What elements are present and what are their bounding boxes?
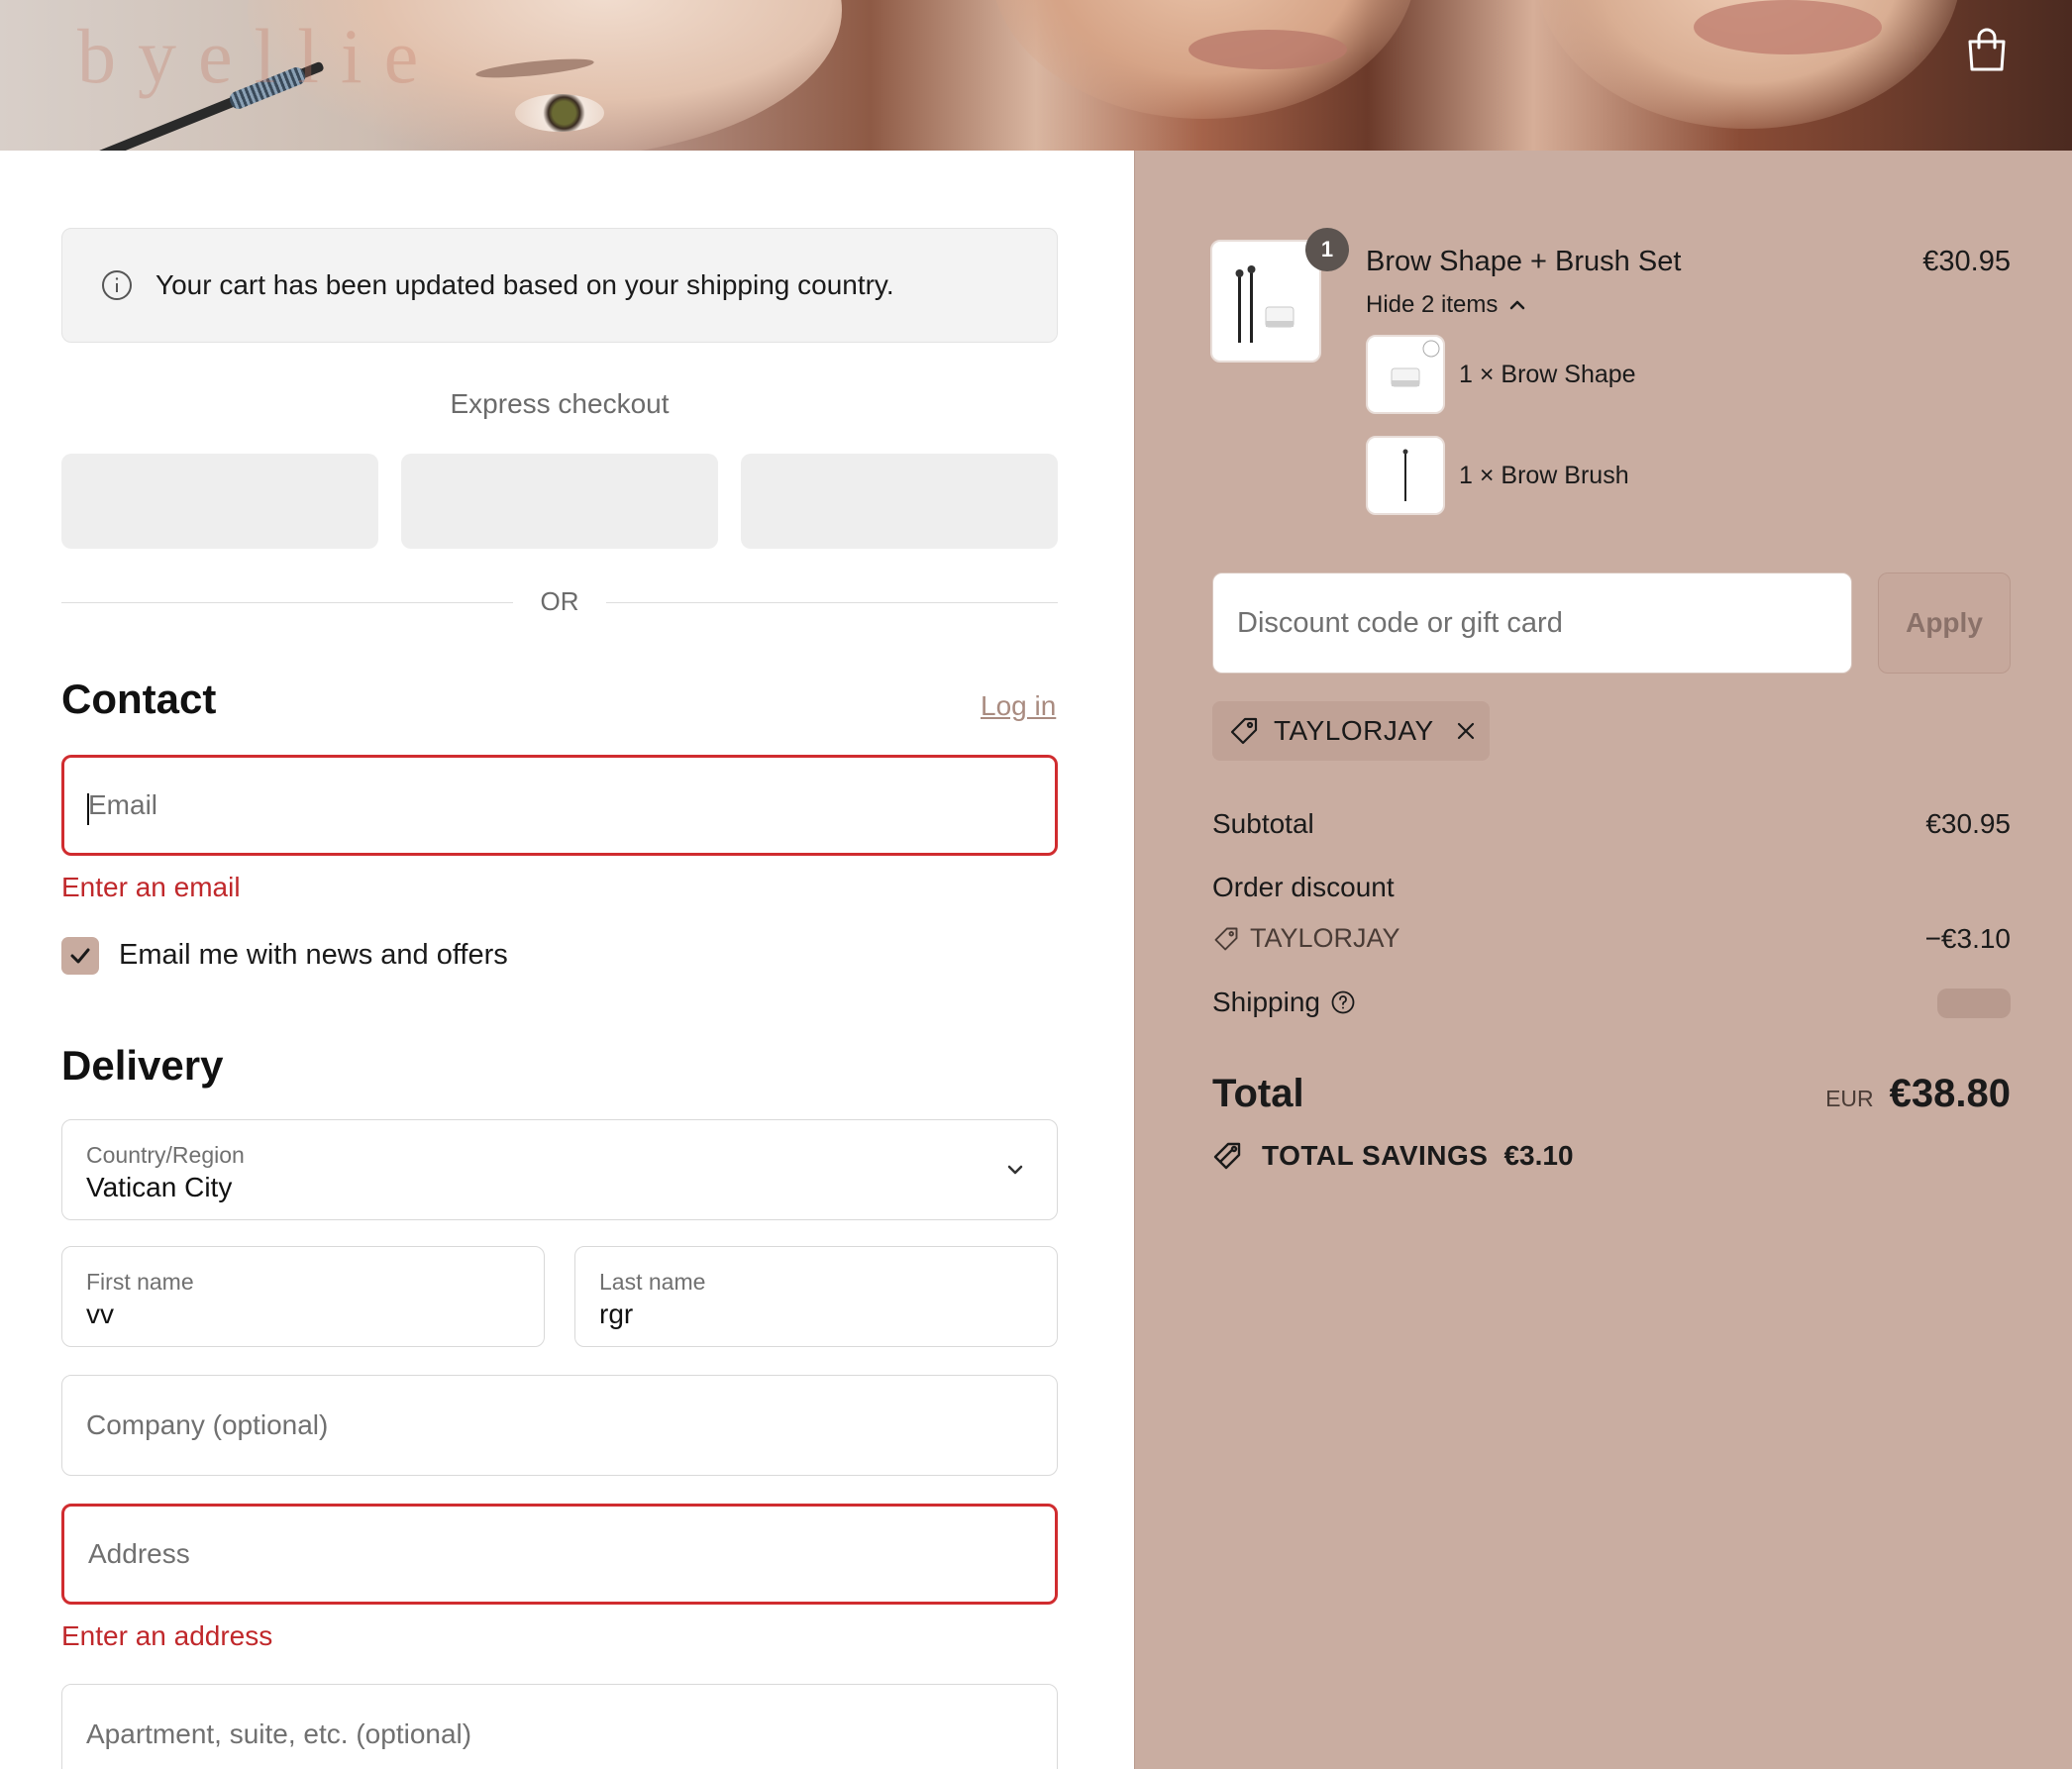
- shipping-value-placeholder: [1937, 989, 2011, 1018]
- apply-discount-button[interactable]: Apply: [1878, 572, 2011, 674]
- email-placeholder: Email: [88, 789, 158, 820]
- company-field[interactable]: Company (optional): [61, 1375, 1058, 1476]
- brand-logo[interactable]: byellie: [77, 12, 440, 101]
- delivery-heading: Delivery: [61, 1042, 224, 1089]
- brow-shape-image: [1391, 340, 1440, 387]
- savings-value: €3.10: [1503, 1140, 1574, 1171]
- savings-label: TOTAL SAVINGS: [1262, 1140, 1489, 1171]
- subtotal-value: €30.95: [1925, 808, 2011, 839]
- checkmark-icon: [70, 948, 90, 964]
- brow-brush-thumb: [1366, 436, 1445, 515]
- order-discount-code: TAYLORJAY: [1250, 923, 1400, 953]
- address-field[interactable]: Address: [61, 1504, 1058, 1605]
- cart-updated-notice: Your cart has been updated based on your…: [61, 228, 1058, 343]
- tag-icon: [1214, 927, 1238, 950]
- address-error: Enter an address: [61, 1620, 273, 1651]
- total-value: €38.80: [1889, 1072, 2011, 1115]
- currency-code: EUR: [1825, 1086, 1874, 1111]
- country-value: Vatican City: [86, 1172, 233, 1202]
- question-circle-icon[interactable]: [1330, 989, 1356, 1015]
- product-price: €30.95: [1922, 246, 2011, 277]
- hero-banner: byellie: [0, 0, 2072, 151]
- email-error: Enter an email: [61, 872, 241, 902]
- banner-lips-middle: [1189, 30, 1347, 69]
- first-name-label: First name: [86, 1269, 194, 1295]
- total-savings-row: TOTAL SAVINGS €3.10: [1212, 1139, 1574, 1173]
- apartment-placeholder: Apartment, suite, etc. (optional): [86, 1718, 472, 1749]
- address-placeholder: Address: [88, 1538, 190, 1569]
- order-discount-code-row: TAYLORJAY: [1212, 923, 1400, 954]
- apartment-field[interactable]: Apartment, suite, etc. (optional): [61, 1684, 1058, 1769]
- brow-shape-thumb: [1366, 335, 1445, 414]
- shipping-label: Shipping: [1212, 987, 1320, 1017]
- express-pay-button-1[interactable]: [61, 454, 378, 549]
- chevron-up-icon: [1510, 300, 1525, 310]
- shopping-bag-icon[interactable]: [1965, 28, 2009, 73]
- subtotal-label: Subtotal: [1212, 808, 1314, 839]
- savings-tag-icon: [1213, 1142, 1241, 1170]
- banner-lips-right: [1694, 0, 1882, 54]
- checkout-form: Your cart has been updated based on your…: [0, 151, 1134, 1769]
- newsletter-checkbox[interactable]: [61, 937, 99, 975]
- total-amount: EUR €38.80: [1825, 1072, 2011, 1116]
- first-name-field[interactable]: First name vv: [61, 1246, 545, 1347]
- last-name-value: rgr: [599, 1299, 634, 1329]
- express-checkout-title: Express checkout: [450, 388, 670, 419]
- sub-item-brow-brush: 1 × Brow Brush: [1459, 462, 1629, 489]
- country-select[interactable]: Country/Region Vatican City: [61, 1119, 1058, 1220]
- tag-icon: [1230, 717, 1258, 745]
- country-label: Country/Region: [86, 1142, 245, 1168]
- first-name-value: vv: [86, 1299, 114, 1329]
- contact-heading: Contact: [61, 676, 217, 722]
- applied-discount-chip: TAYLORJAY: [1212, 701, 1490, 761]
- discount-code-input[interactable]: Discount code or gift card: [1212, 572, 1852, 674]
- order-summary: 1 Brow Shape + Brush Set €30.95 Hide 2 i…: [1134, 151, 2072, 1769]
- chevron-down-icon: [1007, 1165, 1023, 1175]
- quantity-badge: 1: [1305, 228, 1349, 271]
- product-name: Brow Shape + Brush Set: [1366, 246, 1682, 277]
- applied-code-text: TAYLORJAY: [1274, 715, 1434, 746]
- info-icon: [102, 270, 132, 300]
- shipping-row: Shipping: [1212, 987, 1356, 1018]
- newsletter-label[interactable]: Email me with news and offers: [119, 939, 508, 972]
- last-name-field[interactable]: Last name rgr: [574, 1246, 1058, 1347]
- express-pay-button-2[interactable]: [401, 454, 718, 549]
- brow-brush-image: [1402, 449, 1408, 501]
- company-placeholder: Company (optional): [86, 1409, 329, 1440]
- sub-item-brow-shape: 1 × Brow Shape: [1459, 361, 1636, 388]
- brow-set-image: [1235, 265, 1295, 343]
- express-pay-button-3[interactable]: [741, 454, 1058, 549]
- hide-items-label: Hide 2 items: [1366, 291, 1499, 318]
- product-image: [1210, 240, 1321, 363]
- banner-eye: [515, 94, 604, 132]
- last-name-label: Last name: [599, 1269, 706, 1295]
- hide-items-toggle[interactable]: Hide 2 items: [1366, 291, 1527, 319]
- notice-text: Your cart has been updated based on your…: [155, 269, 894, 300]
- total-label: Total: [1212, 1072, 1304, 1115]
- or-divider-text: OR: [540, 586, 579, 616]
- order-discount-label: Order discount: [1212, 872, 1395, 902]
- order-discount-value: −€3.10: [1924, 923, 2011, 954]
- login-link[interactable]: Log in: [981, 690, 1056, 722]
- close-icon[interactable]: [1454, 719, 1478, 743]
- email-field[interactable]: Email: [61, 755, 1058, 856]
